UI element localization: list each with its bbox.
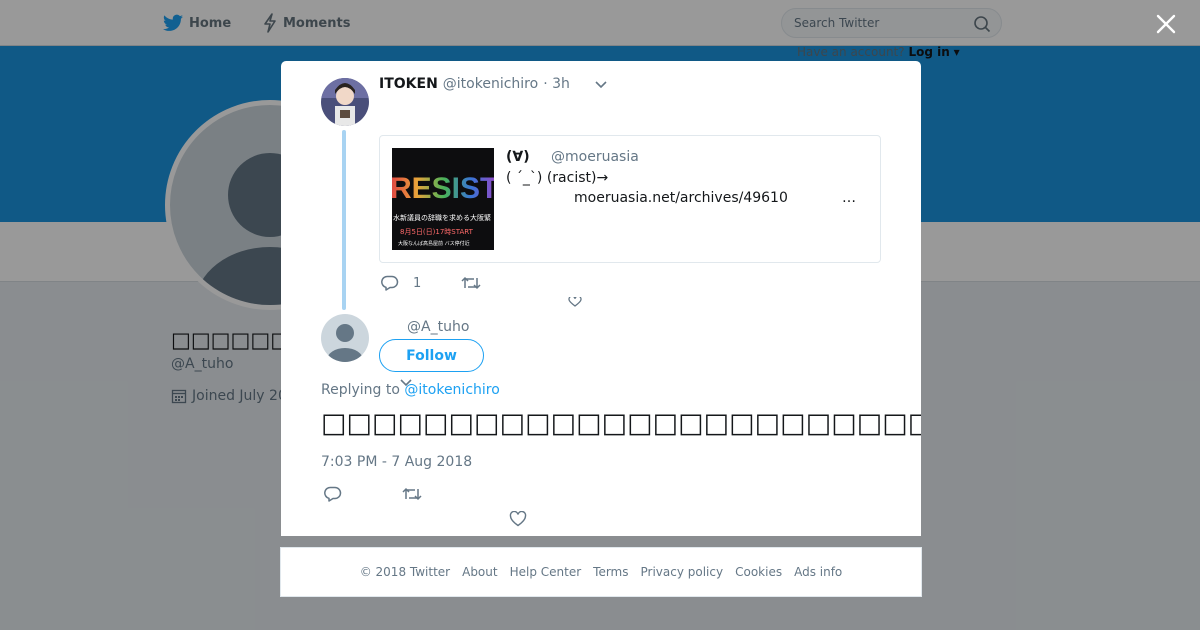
retweet-icon[interactable]: [402, 486, 422, 502]
footer-link-terms[interactable]: Terms: [593, 565, 628, 579]
close-icon[interactable]: [1155, 13, 1177, 35]
conversation-thread-line: [342, 130, 346, 310]
image-caption-3: 大阪なんば高島屋前 バス停付近: [398, 240, 470, 247]
parent-tweet-header: ITOKEN @itokenichiro · 3h: [379, 76, 570, 92]
footer-link-cookies[interactable]: Cookies: [735, 565, 782, 579]
reply-tweet-avatar[interactable]: [321, 314, 369, 362]
replying-to-link[interactable]: @itokenichiro: [404, 382, 499, 398]
footer-link-privacy[interactable]: Privacy policy: [641, 565, 724, 579]
follow-button[interactable]: Follow: [379, 339, 484, 372]
modal-footer: © 2018 Twitter About Help Center Terms P…: [280, 547, 922, 597]
footer-copyright: © 2018 Twitter: [359, 565, 451, 579]
parent-handle[interactable]: @itokenichiro: [443, 76, 538, 92]
tweet-permalink-modal: ITOKEN @itokenichiro · 3h RESIST 水新議員の辞職: [281, 61, 921, 536]
quoted-text: ( ´_`) (racist)→: [506, 170, 609, 186]
default-avatar-icon: [327, 324, 363, 362]
tweet-text: □□□□□□□□□□□□□□□□□□□□□□□□□□□□□□□□□□□□□□□□…: [321, 408, 921, 439]
like-icon[interactable]: [509, 511, 527, 527]
quoted-tweet-card[interactable]: RESIST 水新議員の辞職を求める大阪緊 8月5日(日)17時START 大阪…: [379, 135, 881, 263]
image-caption-2: 8月5日(日)17時START: [400, 228, 474, 236]
parent-fullname[interactable]: ITOKEN: [379, 76, 438, 92]
tweet-timestamp[interactable]: 7:03 PM - 7 Aug 2018: [321, 454, 472, 470]
reply-icon: [381, 275, 399, 291]
user-photo-icon: [321, 78, 369, 126]
retweet-icon: [461, 276, 481, 290]
parent-time[interactable]: · 3h: [543, 76, 570, 92]
quoted-handle: @moeruasia: [551, 149, 639, 165]
quoted-fullname: (∀): [506, 149, 530, 165]
replying-to: Replying to @itokenichiro: [321, 382, 500, 398]
replying-prefix: Replying to: [321, 382, 400, 398]
parent-retweet-action[interactable]: [461, 275, 481, 291]
quoted-link[interactable]: moeruasia.net/archives/49610: [574, 190, 788, 206]
footer-link-about[interactable]: About: [462, 565, 497, 579]
parent-like-icon[interactable]: [568, 297, 582, 307]
quoted-ellipsis: …: [842, 190, 856, 206]
footer-link-help-center[interactable]: Help Center: [510, 565, 582, 579]
parent-reply-action[interactable]: 1: [381, 275, 421, 291]
tweet-menu-chevron-icon[interactable]: [594, 80, 608, 90]
image-title: RESIST: [392, 172, 494, 205]
parent-tweet-avatar[interactable]: [321, 78, 369, 126]
parent-reply-count: 1: [413, 275, 422, 291]
image-caption-1: 水新議員の辞職を求める大阪緊: [393, 213, 491, 222]
quoted-tweet-image: RESIST 水新議員の辞職を求める大阪緊 8月5日(日)17時START 大阪…: [392, 148, 494, 250]
reply-icon[interactable]: [324, 486, 342, 502]
footer-link-ads-info[interactable]: Ads info: [794, 565, 842, 579]
reply-handle[interactable]: @A_tuho: [407, 319, 469, 335]
